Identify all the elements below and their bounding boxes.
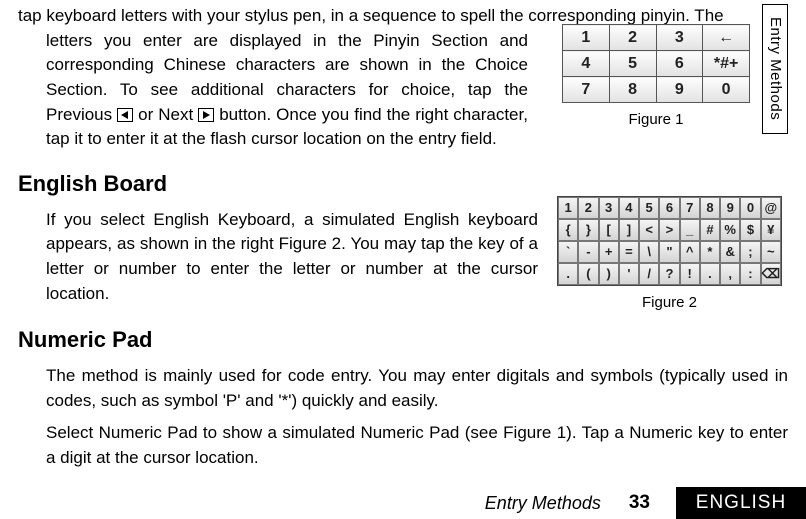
figure-1-keypad: 1 2 3 ← 4 5 6 *#+ 7 8 9 0 — [562, 24, 750, 103]
keyboard-key: 3 — [599, 197, 619, 219]
next-icon — [198, 108, 214, 122]
numeric-pad-para-2: Select Numeric Pad to show a simulated N… — [46, 421, 788, 470]
keyboard-key: 7 — [680, 197, 700, 219]
keyboard-key: 8 — [700, 197, 720, 219]
footer-page: 33 — [629, 489, 650, 517]
heading-english-board: English Board — [18, 168, 788, 200]
keyboard-key: < — [639, 219, 659, 241]
figure-1: 1 2 3 ← 4 5 6 *#+ 7 8 9 0 Figure 1 — [562, 24, 750, 131]
keyboard-key: 1 — [558, 197, 578, 219]
keyboard-key: 5 — [639, 197, 659, 219]
keyboard-key: ? — [659, 263, 679, 285]
keyboard-key: 4 — [619, 197, 639, 219]
keypad-key: 2 — [609, 25, 656, 51]
footer: Entry Methods 33 ENGLISH — [0, 487, 806, 519]
keyboard-key: + — [599, 241, 619, 263]
keyboard-key: ) — [599, 263, 619, 285]
footer-title: Entry Methods — [485, 490, 601, 516]
footer-language: ENGLISH — [676, 487, 806, 519]
keyboard-key: ] — [619, 219, 639, 241]
keypad-key: 7 — [563, 77, 610, 103]
keyboard-key: , — [720, 263, 740, 285]
keyboard-key: * — [700, 241, 720, 263]
heading-numeric-pad: Numeric Pad — [18, 324, 788, 356]
numeric-pad-para-1: The method is mainly used for code entry… — [46, 364, 788, 413]
keypad-key: 0 — [703, 77, 750, 103]
figure-1-caption: Figure 1 — [562, 109, 750, 131]
keypad-key: 4 — [563, 51, 610, 77]
keyboard-key: ⌫ — [761, 263, 781, 285]
keyboard-key: 9 — [720, 197, 740, 219]
keyboard-key: $ — [740, 219, 760, 241]
keypad-key: 6 — [656, 51, 703, 77]
keyboard-key: ' — [619, 263, 639, 285]
keyboard-key: ^ — [680, 241, 700, 263]
keyboard-key: % — [720, 219, 740, 241]
keyboard-key: 6 — [659, 197, 679, 219]
keyboard-key: _ — [680, 219, 700, 241]
keyboard-key: { — [558, 219, 578, 241]
english-board-para: If you select English Keyboard, a simula… — [46, 208, 538, 307]
keyboard-key: > — [659, 219, 679, 241]
keypad-key: 1 — [563, 25, 610, 51]
keyboard-key: " — [659, 241, 679, 263]
keyboard-key: 0 — [740, 197, 760, 219]
keyboard-key: # — [700, 219, 720, 241]
side-tab: Entry Methods — [762, 4, 788, 134]
keyboard-key: ~ — [761, 241, 781, 263]
keyboard-key: = — [619, 241, 639, 263]
keyboard-key: : — [740, 263, 760, 285]
intro-rest: letters you enter are displayed in the P… — [46, 29, 528, 152]
keyboard-key: ( — [578, 263, 598, 285]
keyboard-key: ` — [558, 241, 578, 263]
keypad-key: 8 — [609, 77, 656, 103]
keypad-key: 5 — [609, 51, 656, 77]
keyboard-key: ¥ — [761, 219, 781, 241]
figure-2-keyboard: 1234567890@{}[]<>_#%$¥`-+=\"^*&;~.()'/?!… — [557, 196, 782, 286]
keypad-key: ← — [703, 25, 750, 51]
keyboard-key: ! — [680, 263, 700, 285]
keyboard-key: } — [578, 219, 598, 241]
keyboard-key: & — [720, 241, 740, 263]
keyboard-key: 2 — [578, 197, 598, 219]
keyboard-key: / — [639, 263, 659, 285]
keyboard-key: . — [558, 263, 578, 285]
previous-icon — [117, 108, 133, 122]
keyboard-key: ; — [740, 241, 760, 263]
figure-2: 1234567890@{}[]<>_#%$¥`-+=\"^*&;~.()'/?!… — [557, 196, 782, 314]
keyboard-key: \ — [639, 241, 659, 263]
figure-2-caption: Figure 2 — [557, 292, 782, 314]
keyboard-key: @ — [761, 197, 781, 219]
keypad-key: *#+ — [703, 51, 750, 77]
keypad-key: 9 — [656, 77, 703, 103]
intro-text-b: or Next — [138, 105, 198, 124]
keyboard-key: . — [700, 263, 720, 285]
keyboard-key: [ — [599, 219, 619, 241]
keypad-key: 3 — [656, 25, 703, 51]
keyboard-key: - — [578, 241, 598, 263]
